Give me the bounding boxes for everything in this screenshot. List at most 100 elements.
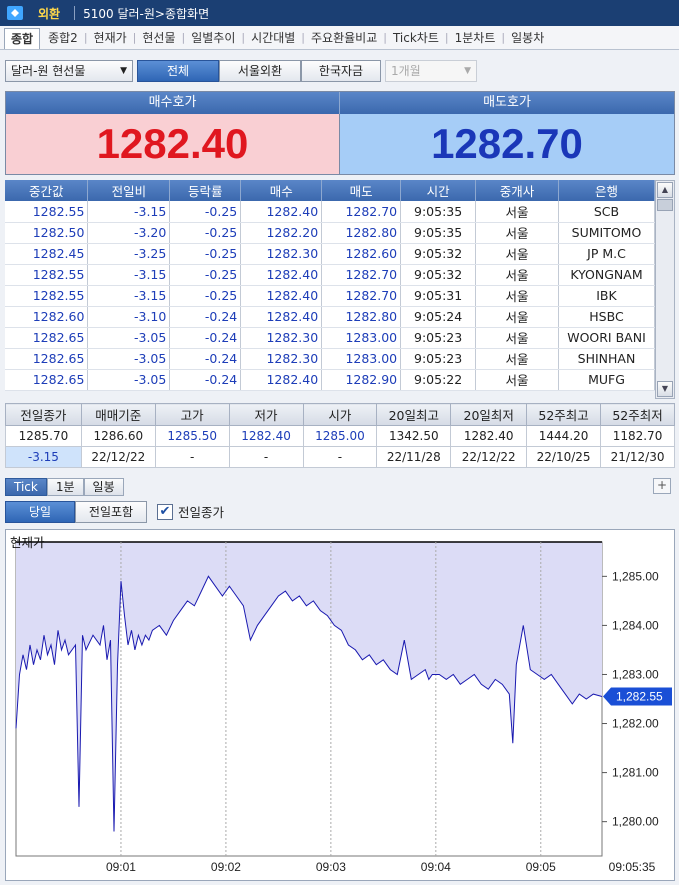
tick-cell: 1282.30 bbox=[240, 348, 323, 370]
filter-all-button[interactable]: 전체 bbox=[137, 60, 219, 82]
y-tick-label: 1,285.00 bbox=[612, 569, 659, 583]
include-prev-button[interactable]: 전일포함 bbox=[75, 501, 147, 523]
summary-values-row: 1285.70 1286.60 1285.50 1282.40 1285.00 1342.… bbox=[5, 425, 675, 447]
table-row[interactable]: 1282.65 -3.05 -0.24 1282.30 1283.00 9:05:23 서울… bbox=[5, 327, 656, 349]
scroll-thumb[interactable] bbox=[657, 199, 673, 211]
ask-price: 1282.70 bbox=[340, 114, 674, 174]
col-change[interactable]: 전일비 bbox=[87, 180, 171, 201]
tick-cell: 9:05:35 bbox=[400, 222, 477, 244]
col-bid[interactable]: 매수 bbox=[240, 180, 323, 201]
tick-cell: KYONGNAM bbox=[558, 264, 656, 286]
table-row[interactable]: 1282.65 -3.05 -0.24 1282.30 1283.00 9:05:23 서울… bbox=[5, 348, 656, 370]
tick-cell: 서울 bbox=[475, 264, 559, 286]
tick-cell: -3.05 bbox=[87, 369, 171, 391]
category-label: 외환 bbox=[38, 6, 61, 21]
chart-controls: 당일 전일포함 ✔ 전일종가 bbox=[5, 500, 675, 524]
summary-header-cell: 전일종가 bbox=[5, 403, 82, 426]
tab-1min-chart[interactable]: 1분차트 bbox=[449, 26, 502, 49]
summary-header-cell: 저가 bbox=[228, 403, 304, 426]
chart-tab-1min[interactable]: 1분 bbox=[46, 478, 84, 496]
summary-header-cell: 52주최고 bbox=[526, 403, 602, 426]
tick-cell: 1282.90 bbox=[321, 369, 402, 391]
col-time[interactable]: 시간 bbox=[400, 180, 477, 201]
tick-table: 중간값 전일비 등락률 매수 매도 시간 중개사 은행 1282.55 -3.15… bbox=[5, 180, 656, 391]
summary-date-cell: 21/12/30 bbox=[600, 446, 675, 468]
tick-cell: -0.25 bbox=[169, 222, 242, 244]
bid-header: 매수호가 bbox=[6, 92, 340, 114]
col-change-rate[interactable]: 등락률 bbox=[169, 180, 242, 201]
tick-cell: 1282.45 bbox=[5, 243, 89, 265]
tick-cell: 서울 bbox=[475, 369, 559, 391]
tab-by-time[interactable]: 시간대별 bbox=[245, 26, 301, 49]
table-row[interactable]: 1282.45 -3.25 -0.25 1282.30 1282.60 9:05:32 서울… bbox=[5, 243, 656, 265]
x-tick-label: 09:02 bbox=[211, 860, 241, 874]
summary-value-cell: 1285.50 bbox=[154, 425, 230, 447]
chevron-down-icon: ▼ bbox=[464, 66, 471, 76]
tick-cell: 1282.65 bbox=[5, 369, 89, 391]
tick-cell: 9:05:22 bbox=[400, 369, 477, 391]
table-row[interactable]: 1282.55 -3.15 -0.25 1282.40 1282.70 9:05:32 서울… bbox=[5, 264, 656, 286]
col-mid[interactable]: 중간값 bbox=[5, 180, 89, 201]
table-row[interactable]: 1282.65 -3.05 -0.24 1282.40 1282.90 9:05:22 서울… bbox=[5, 369, 656, 391]
tab-summary[interactable]: 종합 bbox=[4, 27, 41, 49]
tab-summary2[interactable]: 종합2 bbox=[42, 26, 84, 49]
tick-cell: 9:05:24 bbox=[400, 306, 477, 328]
instrument-select[interactable]: 달러-원 현선물 ▼ bbox=[5, 60, 133, 82]
summary-value-cell: 1282.40 bbox=[450, 425, 528, 447]
col-broker[interactable]: 중개사 bbox=[475, 180, 559, 201]
tick-cell: IBK bbox=[558, 285, 656, 307]
filter-seoul-button[interactable]: 서울외환 bbox=[219, 60, 301, 82]
prev-close-checkbox[interactable]: ✔ bbox=[157, 504, 173, 520]
tick-cell: 서울 bbox=[475, 327, 559, 349]
tick-cell: -0.25 bbox=[169, 201, 242, 223]
ask-header: 매도호가 bbox=[340, 92, 674, 114]
today-button[interactable]: 당일 bbox=[5, 501, 75, 523]
chart-tab-tick[interactable]: Tick bbox=[5, 478, 47, 496]
tick-cell: 1283.00 bbox=[321, 327, 402, 349]
tab-tick-chart[interactable]: Tick차트 bbox=[387, 26, 445, 49]
summary-value-cell: 1286.60 bbox=[80, 425, 156, 447]
tick-cell: 1282.70 bbox=[321, 264, 402, 286]
summary-header: 전일종가 매매기준 고가 저가 시가 20일최고 20일최저 52주최고 52주최저 bbox=[5, 403, 675, 426]
tick-cell: -3.15 bbox=[87, 201, 171, 223]
y-tick-label: 1,280.00 bbox=[612, 815, 659, 829]
summary-header-cell: 고가 bbox=[154, 403, 230, 426]
x-tick-label: 09:03 bbox=[316, 860, 346, 874]
chart-tab-daily[interactable]: 일봉 bbox=[83, 478, 124, 496]
period-select[interactable]: 1개월 ▼ bbox=[385, 60, 477, 82]
tick-cell: 9:05:31 bbox=[400, 285, 477, 307]
tab-rate-compare[interactable]: 주요환율비교 bbox=[305, 26, 383, 49]
tab-daily-trend[interactable]: 일별추이 bbox=[185, 26, 241, 49]
filter-korea-money-button[interactable]: 한국자금 bbox=[301, 60, 381, 82]
tab-spot-forward[interactable]: 현선물 bbox=[136, 26, 181, 49]
tab-daily-chart[interactable]: 일봉차 bbox=[505, 26, 550, 49]
tab-current-price[interactable]: 현재가 bbox=[88, 26, 133, 49]
tick-cell: 1282.65 bbox=[5, 327, 89, 349]
tick-table-scrollbar[interactable]: ▲ ▼ bbox=[655, 180, 675, 399]
chevron-down-icon: ▼ bbox=[120, 66, 127, 76]
add-icon[interactable]: + bbox=[653, 478, 671, 494]
title-divider bbox=[74, 6, 76, 20]
tick-cell: -0.25 bbox=[169, 264, 242, 286]
table-row[interactable]: 1282.60 -3.10 -0.24 1282.40 1282.80 9:05:24 서울… bbox=[5, 306, 656, 328]
col-ask[interactable]: 매도 bbox=[321, 180, 402, 201]
summary-date-cell: - bbox=[302, 446, 378, 468]
table-row[interactable]: 1282.50 -3.20 -0.25 1282.20 1282.80 9:05:35 서울… bbox=[5, 222, 656, 244]
tick-cell: 1282.70 bbox=[321, 201, 402, 223]
summary-header-cell: 52주최저 bbox=[600, 403, 675, 426]
tick-cell: SUMITOMO bbox=[558, 222, 656, 244]
tick-cell: JP M.C bbox=[558, 243, 656, 265]
scroll-down-icon[interactable]: ▼ bbox=[657, 381, 673, 397]
scroll-up-icon[interactable]: ▲ bbox=[657, 182, 673, 198]
col-bank[interactable]: 은행 bbox=[558, 180, 656, 201]
table-row[interactable]: 1282.55 -3.15 -0.25 1282.40 1282.70 9:05:35 서울… bbox=[5, 201, 656, 223]
tick-cell: 서울 bbox=[475, 222, 559, 244]
tick-cell: SHINHAN bbox=[558, 348, 656, 370]
x-tick-label: 09:01 bbox=[106, 860, 136, 874]
tick-cell: 9:05:32 bbox=[400, 243, 477, 265]
summary-header-cell: 매매기준 bbox=[80, 403, 156, 426]
tick-cell: -0.24 bbox=[169, 327, 242, 349]
tick-cell: 서울 bbox=[475, 285, 559, 307]
table-row[interactable]: 1282.55 -3.15 -0.25 1282.40 1282.70 9:05:31 서울… bbox=[5, 285, 656, 307]
summary-header-cell: 20일최고 bbox=[376, 403, 452, 426]
